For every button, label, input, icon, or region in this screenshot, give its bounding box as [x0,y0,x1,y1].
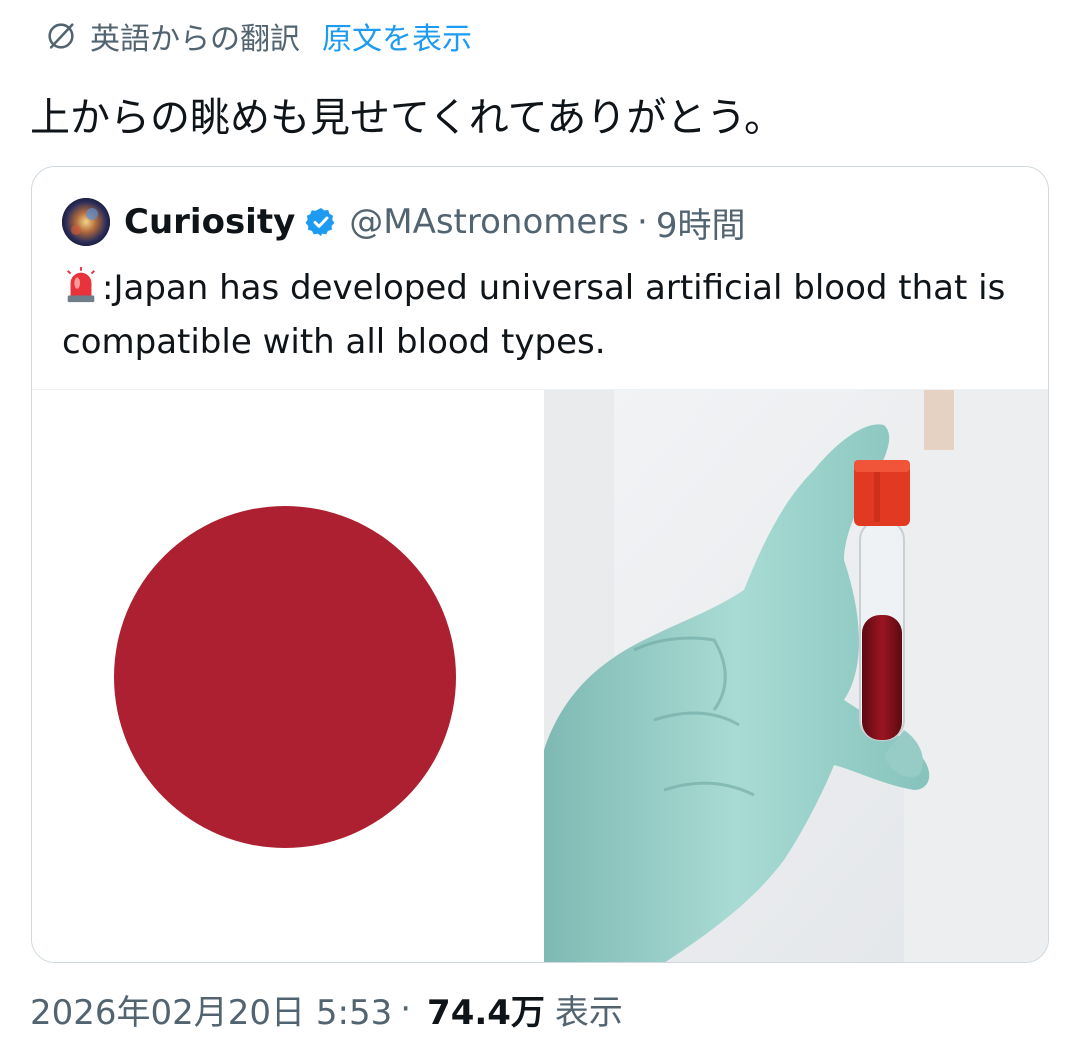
police-light-emoji-icon [67,266,95,303]
tweet-text: 上からの眺めも見せてくれてありがとう。 [30,95,784,141]
views-label: 表示 [554,992,623,1033]
tweet-footer: 2026年02月20日 5:53 · 74.4万 表示 [30,984,623,1034]
handle[interactable]: @MAstronomers [349,202,629,242]
show-original-link[interactable]: 原文を表示 [322,14,472,58]
quote-header: Curiosity @MAstronomers · 9時間 [62,197,745,247]
media-grid [32,389,1048,962]
translation-label: 英語からの翻訳 [90,22,300,57]
verified-badge-icon [305,208,335,236]
quote-text: :Japan has developed universal artificia… [62,268,1006,362]
translation-bar: 英語からの翻訳 原文を表示 [44,14,472,58]
view-count: 74.4万 [427,992,545,1033]
blood-tube-image[interactable] [544,390,1048,962]
quote-tweet-card[interactable]: Curiosity @MAstronomers · 9時間 :Japan has… [31,166,1049,963]
post-datetime[interactable]: 2026年02月20日 5:53 [30,985,392,1034]
separator: · [400,989,412,1029]
avatar[interactable] [62,198,110,246]
japan-flag-image[interactable] [32,390,541,962]
separator: · [637,202,648,242]
quote-body: :Japan has developed universal artificia… [62,261,1022,369]
globe-slash-icon [48,23,74,49]
timestamp[interactable]: 9時間 [656,198,746,247]
display-name[interactable]: Curiosity [124,202,295,242]
